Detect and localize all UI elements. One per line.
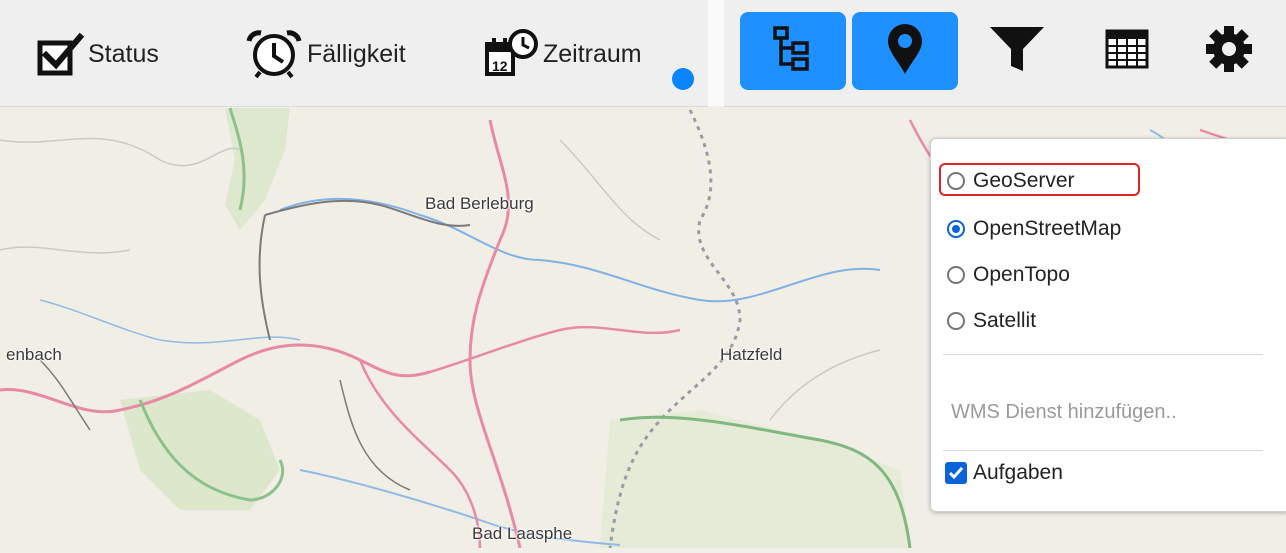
radio-button[interactable] [947,220,965,238]
svg-text:12: 12 [492,58,508,74]
divider [943,354,1263,355]
place-label: Bad Laasphe [472,524,573,543]
layer-label: OpenStreetMap [973,217,1122,240]
wms-service-input[interactable]: WMS Dienst hinzufügen.. [951,401,1177,424]
checkbox-check-icon [36,31,86,77]
layer-label: GeoServer [973,169,1075,192]
layer-switcher-panel: GeoServer OpenStreetMap OpenTopo Satelli… [930,138,1286,512]
calendar-clock-icon: 12 [483,28,541,80]
alarm-clock-icon [243,29,305,79]
overlay-label: Aufgaben [973,461,1063,484]
status-button[interactable]: Status [36,14,159,94]
divider [943,450,1263,451]
filter-button[interactable] [964,12,1070,90]
table-button[interactable] [1074,12,1180,90]
place-label: Hatzfeld [720,345,783,364]
radio-button[interactable] [947,266,965,284]
map-pin-button[interactable] [852,12,958,90]
gear-icon [1204,24,1254,79]
check-icon [948,467,964,480]
radio-button[interactable] [947,172,965,190]
layer-option-openstreetmap[interactable]: OpenStreetMap [947,217,1121,241]
layer-tree-button[interactable] [740,12,846,90]
overlay-option-aufgaben[interactable]: Aufgaben [945,461,1063,485]
checkbox[interactable] [945,462,967,484]
zeitraum-label: Zeitraum [543,39,642,68]
layer-label: Satellit [973,309,1037,332]
toolbar-gap [708,0,724,106]
status-label: Status [88,39,159,68]
table-icon [1105,29,1149,74]
layer-option-satellit[interactable]: Satellit [947,309,1036,333]
hierarchy-icon [773,25,813,77]
filter-toolbar: Status Fälligkeit 12 Zeitraum [0,0,708,107]
filter-icon [988,24,1046,79]
place-label: enbach [6,345,62,364]
place-label: Bad Berleburg [425,194,534,213]
active-filter-dot [672,68,694,90]
faelligkeit-button[interactable]: Fälligkeit [243,14,406,94]
zeitraum-button[interactable]: 12 Zeitraum [483,14,642,94]
layer-option-opentopo[interactable]: OpenTopo [947,263,1070,287]
radio-button[interactable] [947,312,965,330]
faelligkeit-label: Fälligkeit [307,39,406,68]
map-pin-icon [885,22,925,81]
map-toolbar [724,0,1286,107]
layer-option-geoserver[interactable]: GeoServer [947,169,1075,193]
settings-button[interactable] [1176,12,1282,90]
layer-label: OpenTopo [973,263,1070,286]
